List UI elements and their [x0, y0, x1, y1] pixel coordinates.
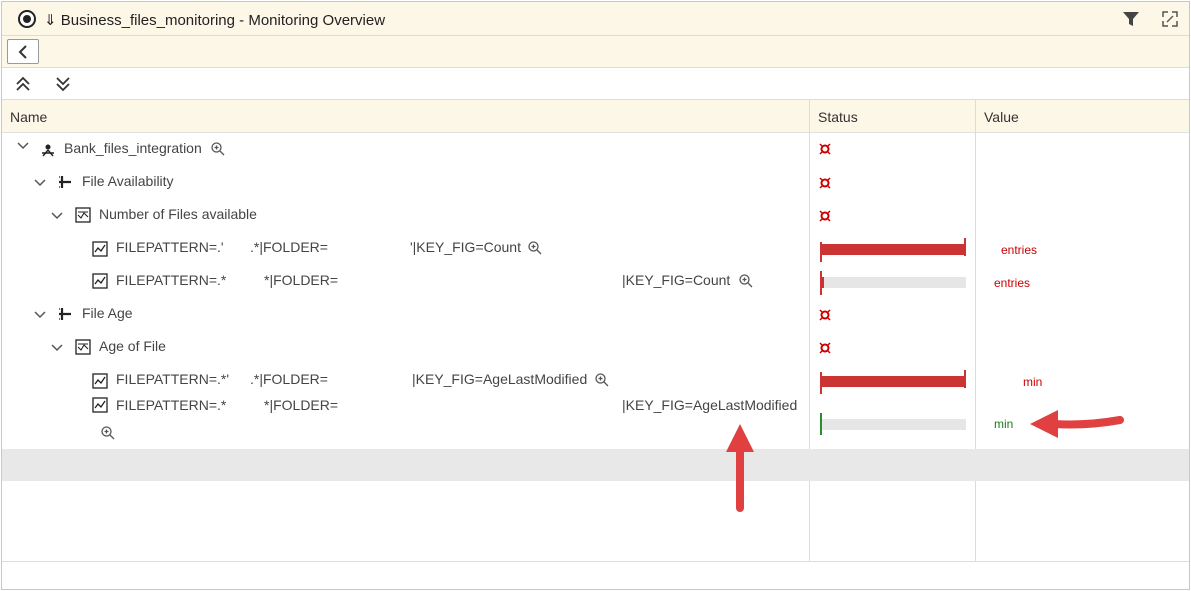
tree-row-label-folder: .*|FOLDER=: [250, 371, 328, 387]
column-header-value[interactable]: Value: [984, 109, 1019, 125]
tree-row-label: File Availability: [82, 173, 174, 189]
alert-status-icon: [819, 210, 831, 222]
value-bar-fill: [820, 244, 966, 255]
tree-row[interactable]: FILEPATTERN=.* *|FOLDER= |KEY_FIG=AgeLas…: [2, 397, 1189, 449]
double-chevron-up-icon: [16, 76, 30, 91]
tree-row-label: Age of File: [99, 338, 166, 354]
annotation-arrow-up: [726, 424, 754, 512]
double-chevron-down-icon: [56, 77, 70, 92]
zoom-in-icon[interactable]: [527, 240, 543, 256]
chevron-down-icon[interactable]: [33, 308, 47, 322]
zoom-in-icon[interactable]: [738, 273, 754, 289]
tree-row[interactable]: FILEPATTERN=.*' .*|FOLDER= |KEY_FIG=AgeL…: [2, 364, 1189, 397]
tree-row-label: Number of Files available: [99, 206, 257, 222]
value-unit: entries: [1001, 243, 1038, 257]
metric-chart-icon: [92, 397, 108, 413]
chevron-down-icon[interactable]: [50, 209, 64, 223]
value-unit: min: [1023, 375, 1043, 389]
tree-row-label-pattern: FILEPATTERN=.': [116, 239, 224, 255]
table-header: Name Status Value: [2, 100, 1189, 133]
tree-row[interactable]: Age of File: [2, 331, 1189, 364]
tree-row[interactable]: FILEPATTERN=.* *|FOLDER= |KEY_FIG=Count …: [2, 265, 1189, 298]
chevron-down-icon[interactable]: [33, 176, 47, 190]
tree-row-label-pattern: FILEPATTERN=.*: [116, 272, 227, 288]
tree-row[interactable]: Bank_files_integration: [2, 133, 1189, 166]
chevron-left-icon: [18, 44, 27, 59]
value-bar: [820, 277, 966, 288]
metric-chart-icon: [92, 273, 108, 289]
tree-row-label: Bank_files_integration: [64, 140, 202, 156]
tree-row-label-folder: .*|FOLDER=: [250, 239, 328, 255]
column-header-name[interactable]: Name: [10, 109, 47, 125]
tree-row-label-keyfig: |KEY_FIG=AgeLastModified: [412, 371, 588, 387]
back-button[interactable]: [7, 39, 39, 64]
tree-row-label-keyfig: '|KEY_FIG=Count: [410, 239, 521, 255]
window-title: ⇓ Business_files_monitoring - Monitoring…: [44, 12, 386, 29]
expand-all-button[interactable]: [52, 73, 74, 95]
filter-icon[interactable]: [1122, 11, 1140, 27]
tree-row[interactable]: Number of Files available: [2, 199, 1189, 232]
alert-status-icon: [819, 309, 831, 321]
hierarchy-node-icon: [42, 144, 54, 157]
tree-row[interactable]: FILEPATTERN=.' .*|FOLDER= '|KEY_FIG=Coun…: [2, 232, 1189, 265]
zoom-in-icon[interactable]: [210, 141, 226, 157]
tree-row-label-folder: *|FOLDER=: [264, 397, 339, 413]
chevron-down-icon[interactable]: [16, 139, 30, 153]
zoom-in-icon[interactable]: [100, 425, 116, 441]
tree-row-label-keyfig: |KEY_FIG=AgeLastModified: [622, 397, 798, 413]
chevron-down-icon[interactable]: [50, 341, 64, 355]
metric-group-icon: [75, 339, 91, 355]
selected-empty-row[interactable]: [2, 449, 1189, 481]
alert-status-icon: [819, 342, 831, 354]
tree-row-label-pattern: FILEPATTERN=.*': [116, 371, 230, 387]
bar-baseline-tick: [820, 413, 822, 435]
value-bar: [820, 419, 966, 430]
zoom-in-icon[interactable]: [594, 372, 610, 388]
bar-baseline-tick: [820, 271, 822, 295]
alert-status-icon: [819, 143, 831, 155]
table-bottom-border: [2, 561, 1189, 562]
metric-group-icon: [75, 207, 91, 223]
value-unit: min: [994, 417, 1014, 431]
fullscreen-icon[interactable]: [1161, 10, 1179, 28]
value-bar: [820, 376, 966, 387]
bar-baseline-tick: [820, 242, 822, 262]
bar-end-tick: [964, 238, 966, 256]
category-node-icon: [59, 176, 71, 188]
bar-end-tick: [964, 370, 966, 388]
tree-toolbar: [2, 68, 1189, 100]
value-bar: [820, 244, 966, 255]
tree-row[interactable]: File Availability: [2, 166, 1189, 199]
tree-row-label: File Age: [82, 305, 133, 321]
category-node-icon: [59, 308, 71, 320]
metric-chart-icon: [92, 241, 108, 257]
annotation-arrow-left: [1030, 410, 1124, 438]
tree-row-label-pattern: FILEPATTERN=.*: [116, 397, 227, 413]
value-bar-fill: [820, 376, 966, 387]
tree-row-label-folder: *|FOLDER=: [264, 272, 339, 288]
tree-row[interactable]: File Age: [2, 298, 1189, 331]
app-logo-icon: [18, 10, 36, 28]
collapse-all-button[interactable]: [12, 73, 34, 95]
alert-status-icon: [819, 177, 831, 189]
navigation-bar: [2, 36, 1189, 68]
metric-chart-icon: [92, 373, 108, 389]
title-bar: ⇓ Business_files_monitoring - Monitoring…: [2, 2, 1189, 36]
monitoring-overview-window: ⇓ Business_files_monitoring - Monitoring…: [1, 1, 1190, 590]
tree-row-label-keyfig: |KEY_FIG=Count: [622, 272, 731, 288]
column-header-status[interactable]: Status: [818, 109, 858, 125]
value-unit: entries: [994, 276, 1031, 290]
bar-baseline-tick: [820, 372, 822, 394]
